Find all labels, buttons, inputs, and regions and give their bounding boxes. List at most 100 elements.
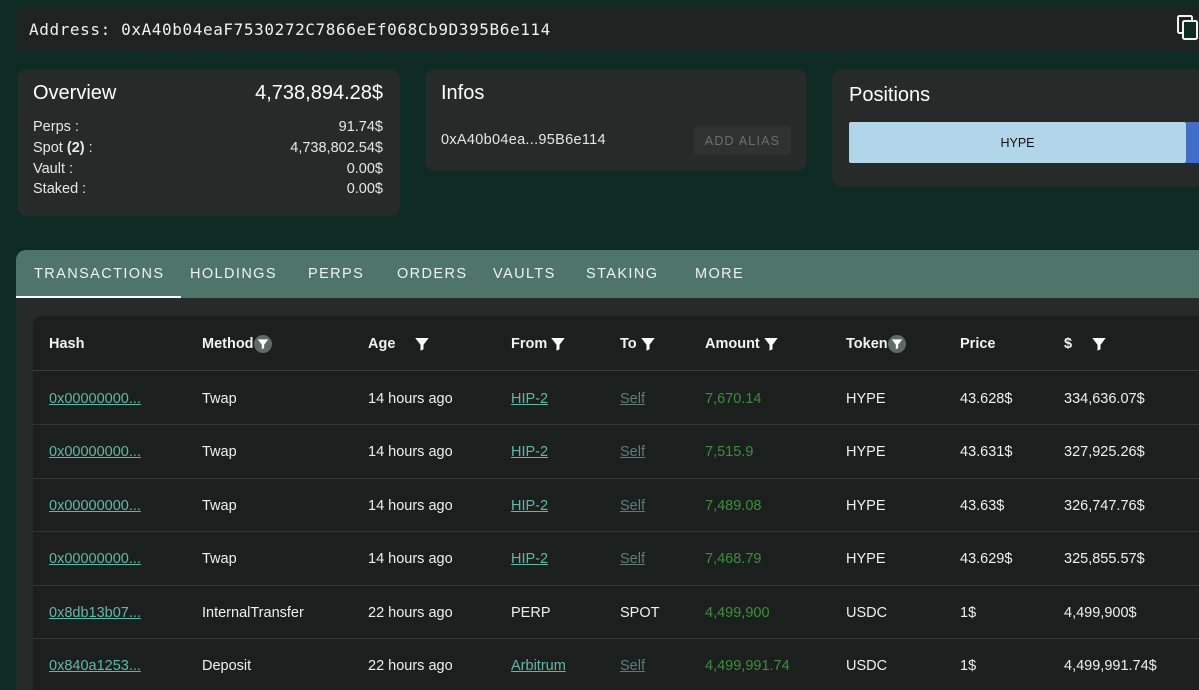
cell-to-text[interactable]: Self xyxy=(620,658,645,674)
tab-vaults[interactable]: VAULTS xyxy=(493,250,556,298)
overview-row-perps: Perps : 91.74$ xyxy=(33,119,383,135)
cell-to-text[interactable]: Self xyxy=(620,551,645,567)
tab-perps[interactable]: PERPS xyxy=(308,250,364,298)
table-row: 0x00000000... Twap 14 hours ago HIP-2 Self 7,… xyxy=(33,533,1199,586)
cell-to: Self xyxy=(620,479,645,532)
cell-from-text[interactable]: HIP-2 xyxy=(511,444,548,460)
cell-to-text[interactable]: Self xyxy=(620,391,645,407)
cell-price: 43.63$ xyxy=(960,479,1004,532)
filter-icon[interactable] xyxy=(253,334,272,353)
header-age: Age xyxy=(368,316,431,371)
cell-token: HYPE xyxy=(846,426,886,479)
overview-total: 4,738,894.28$ xyxy=(255,82,383,104)
cell-price-text: 1$ xyxy=(960,604,977,621)
cell-method-text: Twap xyxy=(202,497,237,514)
header-to: To xyxy=(620,316,657,371)
cell-usd: 4,499,900$ xyxy=(1064,586,1137,639)
cell-method: Twap xyxy=(202,426,237,479)
address-text: Address: 0xA40b04eaF7530272C7866eEf068Cb… xyxy=(29,20,551,39)
cell-amount: 4,499,991.74 xyxy=(705,640,790,690)
cell-from-text[interactable]: Arbitrum xyxy=(511,658,566,674)
table-row: 0x00000000... Twap 14 hours ago HIP-2 Self 7,… xyxy=(33,479,1199,532)
cell-usd-text: 326,747.76$ xyxy=(1064,497,1145,514)
header-from: From xyxy=(511,316,567,371)
cell-amount-text: 7,468.79 xyxy=(705,551,762,567)
filter-icon[interactable] xyxy=(887,334,906,353)
cell-from: HIP-2 xyxy=(511,372,548,425)
filter-icon[interactable] xyxy=(1090,335,1108,353)
cell-hash-text[interactable]: 0x00000000... xyxy=(49,498,141,514)
header-hash: Hash xyxy=(49,335,85,352)
cell-age: 14 hours ago xyxy=(368,372,453,425)
cell-method: Twap xyxy=(202,479,237,532)
spot-count: (2) xyxy=(66,140,85,156)
cell-price: 1$ xyxy=(960,586,976,639)
cell-method-text: InternalTransfer xyxy=(202,604,304,621)
filter-icon[interactable] xyxy=(549,335,567,353)
header-amount: Amount xyxy=(705,316,780,371)
tab-staking[interactable]: STAKING xyxy=(586,250,658,298)
tab-transactions[interactable]: TRANSACTIONS xyxy=(16,250,182,298)
cell-from-text[interactable]: HIP-2 xyxy=(511,391,548,407)
cell-age-text: 14 hours ago xyxy=(368,444,453,460)
cell-usd-text: 4,499,991.74$ xyxy=(1064,658,1157,674)
overview-label: Spot (2) : xyxy=(33,140,93,156)
cell-from: PERP xyxy=(511,586,551,639)
cell-method-text: Deposit xyxy=(202,658,252,674)
cell-age: 14 hours ago xyxy=(368,426,453,479)
add-alias-button[interactable]: ADD ALIAS xyxy=(694,126,791,155)
copy-icon[interactable] xyxy=(1176,15,1199,41)
cell-from-text[interactable]: HIP-2 xyxy=(511,551,548,567)
transactions-table: Hash Method Age From To Amount Token Pri… xyxy=(33,316,1199,690)
cell-method-text: Twap xyxy=(202,390,237,407)
cell-hash-text[interactable]: 0x00000000... xyxy=(49,444,141,460)
cell-usd-text: 327,925.26$ xyxy=(1064,444,1145,460)
cell-usd-text: 334,636.07$ xyxy=(1064,390,1145,407)
infos-short-address: 0xA40b04ea...95B6e114 xyxy=(441,132,606,148)
overview-value: 91.74$ xyxy=(338,119,383,135)
filter-icon[interactable] xyxy=(413,335,431,353)
cell-hash-text[interactable]: 0x00000000... xyxy=(49,391,141,407)
cell-method-text: Twap xyxy=(202,551,237,567)
cell-hash: 0x00000000... xyxy=(49,426,141,479)
tab-more[interactable]: MORE xyxy=(695,250,744,298)
cell-token-text: HYPE xyxy=(846,551,886,567)
cell-token: USDC xyxy=(846,640,887,690)
cell-amount-text: 7,515.9 xyxy=(705,444,754,460)
cell-token: USDC xyxy=(846,586,887,639)
filter-icon[interactable] xyxy=(639,335,657,353)
cell-method-text: Twap xyxy=(202,444,237,460)
cell-hash-text[interactable]: 0x8db13b07... xyxy=(49,605,141,621)
main-panel: TRANSACTIONS HOLDINGS PERPS ORDERS VAULT… xyxy=(16,250,1199,690)
overview-row-staked: Staked : 0.00$ xyxy=(33,181,383,197)
cell-from-text[interactable]: HIP-2 xyxy=(511,498,548,514)
cell-to-text[interactable]: Self xyxy=(620,444,645,460)
tab-orders[interactable]: ORDERS xyxy=(397,250,467,298)
cell-to-text[interactable]: Self xyxy=(620,498,645,514)
cell-price-text: 43.629$ xyxy=(960,551,1013,567)
address-bar: Address: 0xA40b04eaF7530272C7866eEf068Cb… xyxy=(16,7,1199,52)
table-row: 0x8db13b07... InternalTransfer 22 hours ag… xyxy=(33,586,1199,639)
cell-hash: 0x8db13b07... xyxy=(49,586,141,639)
overview-label: Perps : xyxy=(33,119,79,135)
position-bar-hype[interactable]: HYPE xyxy=(849,122,1186,163)
overview-row-spot: Spot (2) : 4,738,802.54$ xyxy=(33,140,383,156)
overview-row-vault: Vault : 0.00$ xyxy=(33,161,383,177)
cell-usd-text: 4,499,900$ xyxy=(1064,604,1137,621)
cell-token: HYPE xyxy=(846,372,886,425)
cell-usd: 326,747.76$ xyxy=(1064,479,1145,532)
cell-price: 43.629$ xyxy=(960,533,1012,586)
table-row: 0x840a1253... Deposit 22 hours ago Arbitrum… xyxy=(33,640,1199,690)
position-bar-other[interactable] xyxy=(1186,122,1199,163)
cell-price-text: 1$ xyxy=(960,658,977,674)
cell-price: 43.631$ xyxy=(960,426,1012,479)
header-token: Token xyxy=(846,316,906,371)
cell-age: 14 hours ago xyxy=(368,479,453,532)
cell-hash-text[interactable]: 0x00000000... xyxy=(49,551,141,567)
cell-amount: 7,670.14 xyxy=(705,372,761,425)
cell-to-text: SPOT xyxy=(620,604,660,621)
filter-icon[interactable] xyxy=(762,335,780,353)
tab-holdings[interactable]: HOLDINGS xyxy=(190,250,277,298)
cell-hash-text[interactable]: 0x840a1253... xyxy=(49,658,141,674)
cell-amount-text: 4,499,991.74 xyxy=(705,658,790,674)
